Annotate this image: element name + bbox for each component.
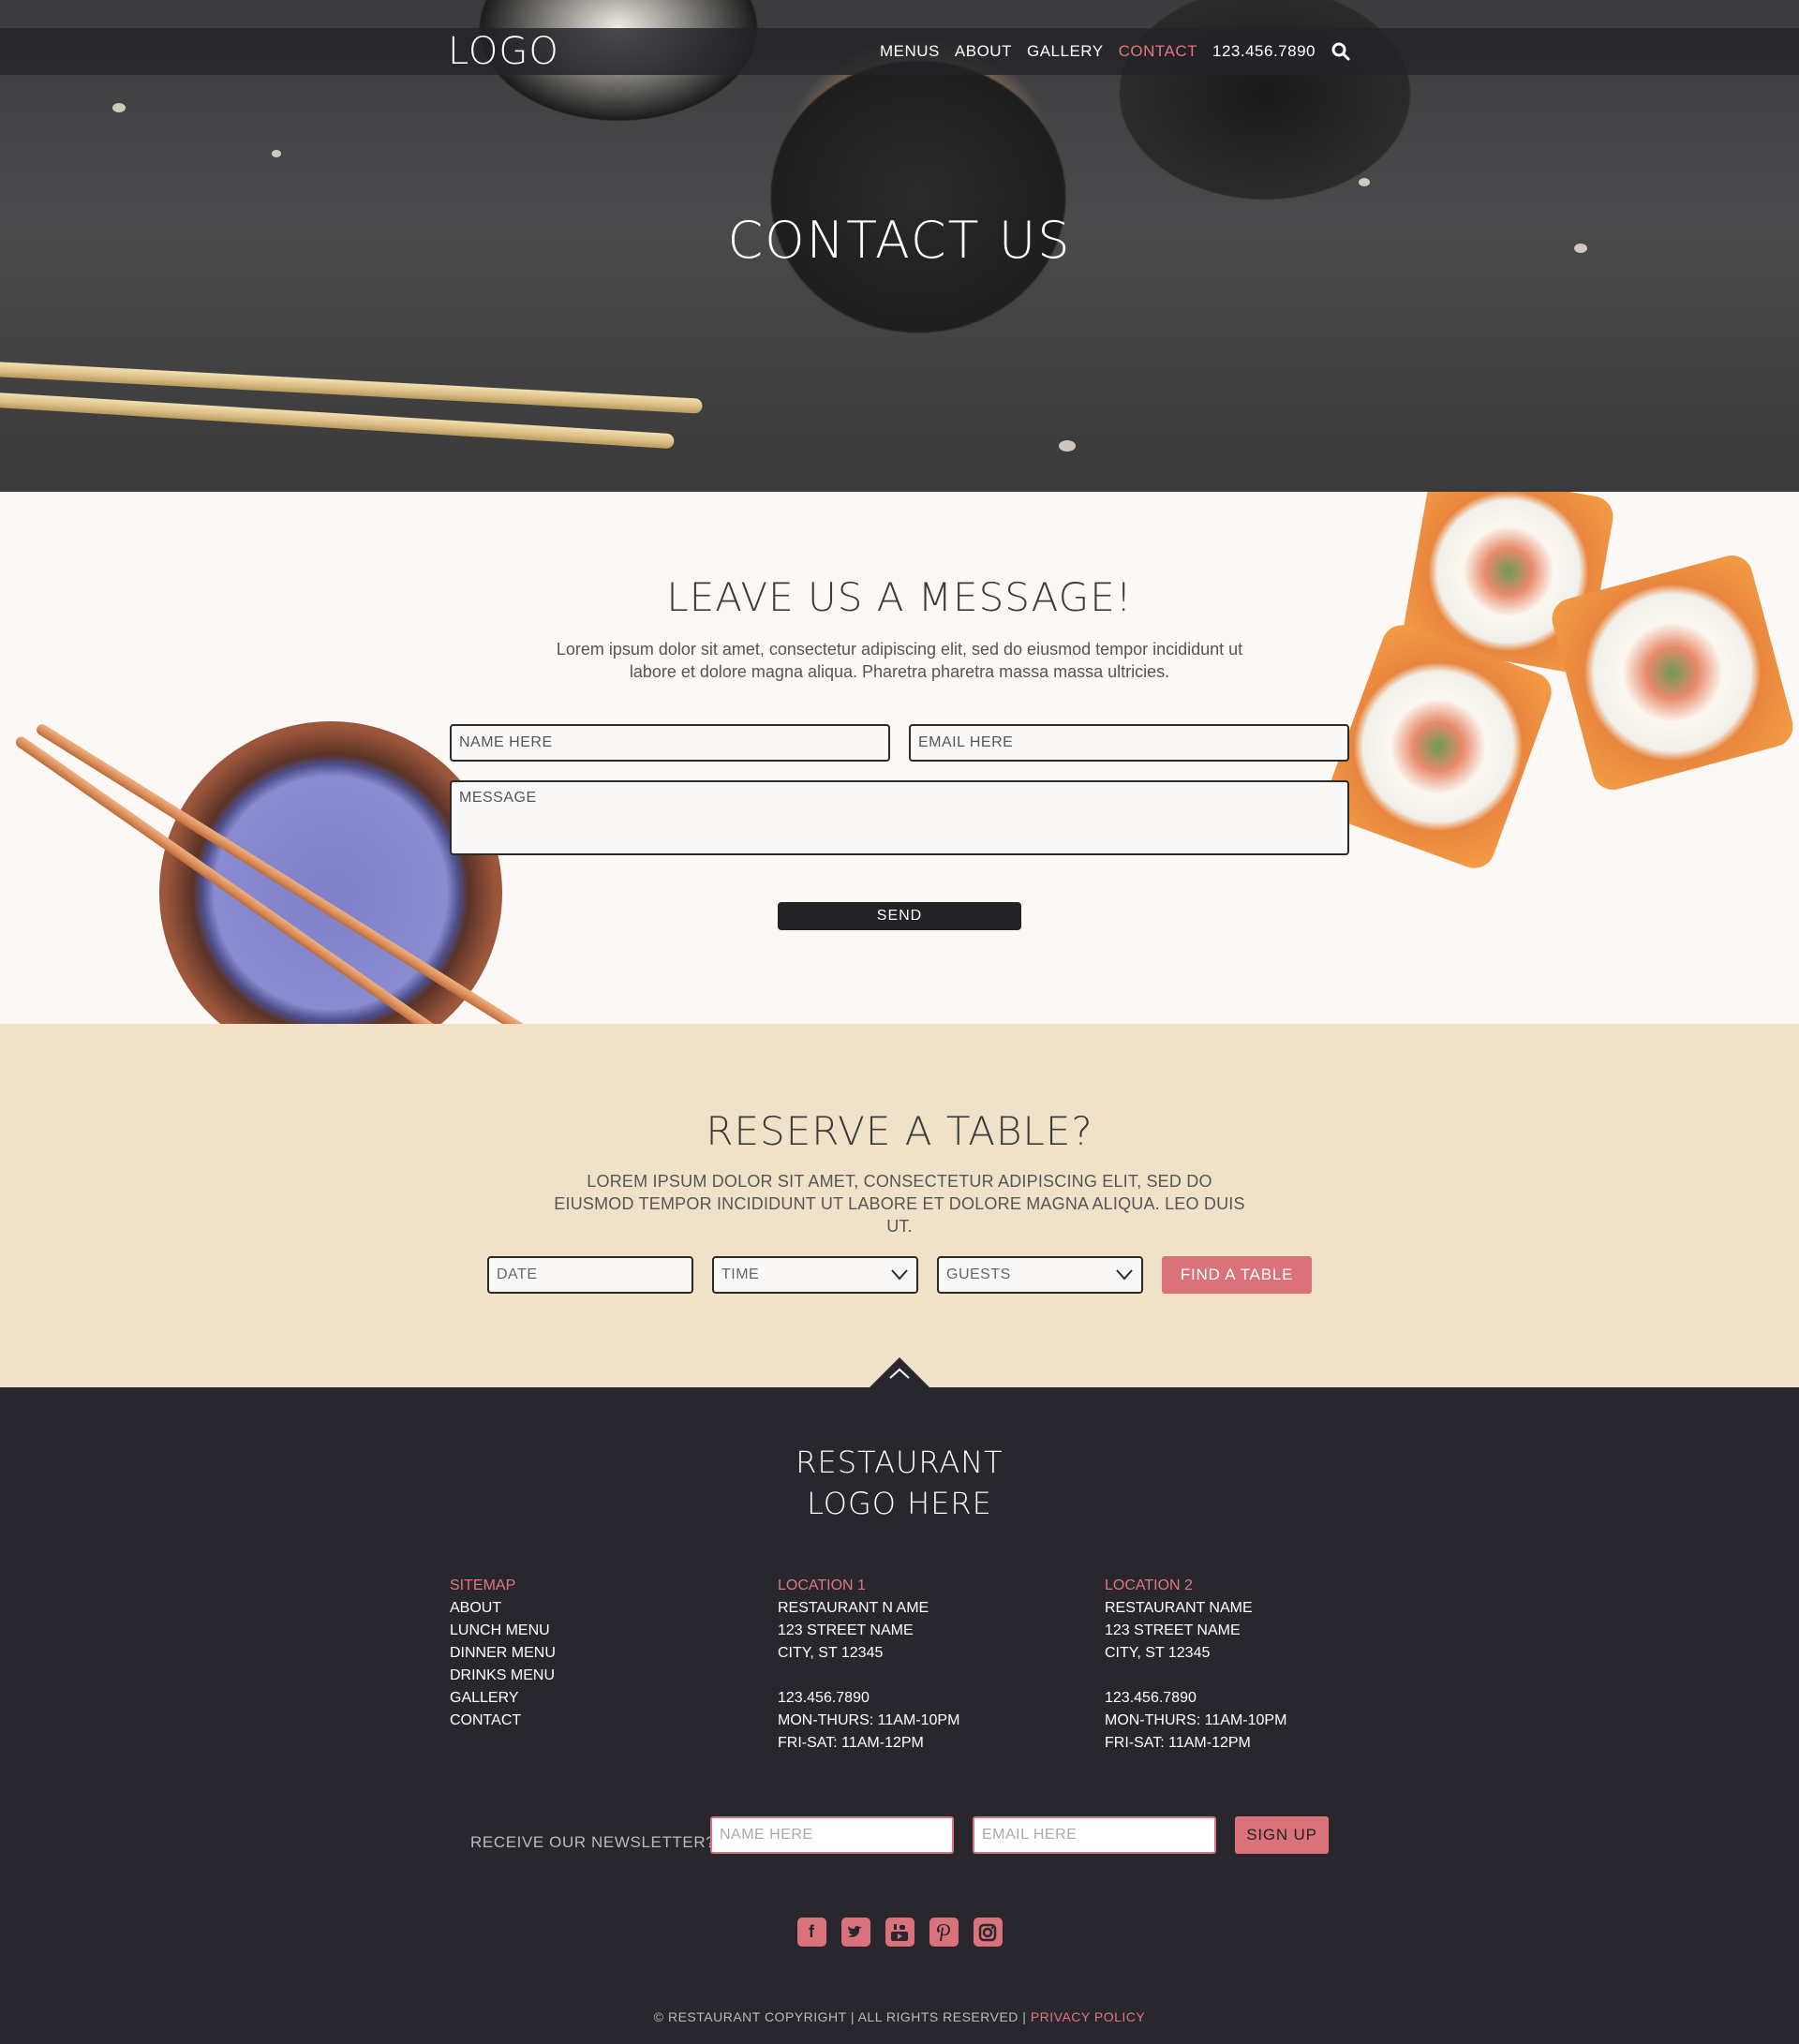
chevron-down-icon xyxy=(1116,1269,1133,1281)
newsletter-label: RECEIVE OUR NEWSLETTER? xyxy=(470,1833,716,1851)
page-title: CONTACT US xyxy=(727,211,1072,270)
location-2-name: RESTAURANT NAME xyxy=(1105,1600,1253,1616)
footer: RESTAURANT LOGO HERE SITEMAP ABOUT LUNCH… xyxy=(0,1357,1799,2044)
copyright-text: © RESTAURANT COPYRIGHT | ALL RIGHTS RESE… xyxy=(653,2009,1027,2024)
newsletter-email-field[interactable]: EMAIL HERE xyxy=(973,1816,1216,1854)
newsletter-name-placeholder: NAME HERE xyxy=(720,1827,813,1843)
sitemap-column: SITEMAP ABOUT LUNCH MENU DINNER MENU DRI… xyxy=(450,1575,712,1732)
location-2-street: 123 STREET NAME xyxy=(1105,1622,1241,1638)
twitter-icon[interactable] xyxy=(840,1918,870,1947)
chevron-down-icon xyxy=(891,1269,908,1281)
sesame-image xyxy=(1359,178,1370,186)
location-1-heading: LOCATION 1 xyxy=(778,1577,866,1593)
date-field[interactable]: DATE xyxy=(487,1256,693,1294)
facebook-icon[interactable]: f xyxy=(796,1918,826,1947)
newsletter-name-field[interactable]: NAME HERE xyxy=(710,1816,954,1854)
nav-menu: MENUS ABOUT GALLERY CONTACT 123.456.7890 xyxy=(880,41,1351,62)
instagram-icon[interactable] xyxy=(973,1918,1003,1947)
location-2-phone: 123.456.7890 xyxy=(1105,1690,1197,1706)
date-field-placeholder: DATE xyxy=(497,1266,538,1282)
sitemap-link-lunch-menu[interactable]: LUNCH MENU xyxy=(450,1620,712,1642)
location-1-column: LOCATION 1 RESTAURANT N AME 123 STREET N… xyxy=(778,1575,1040,1755)
location-1-phone: 123.456.7890 xyxy=(778,1690,870,1706)
sitemap-heading: SITEMAP xyxy=(450,1577,516,1593)
reserve-title: RESERVE A TABLE? xyxy=(706,1108,1093,1154)
send-button[interactable]: SEND xyxy=(778,902,1021,930)
site-logo[interactable]: LOGO xyxy=(448,30,559,73)
newsletter-email-placeholder: EMAIL HERE xyxy=(982,1827,1078,1843)
email-field[interactable]: EMAIL HERE xyxy=(909,724,1349,762)
sesame-image xyxy=(112,103,126,112)
reserve-section: RESERVE A TABLE? LOREM IPSUM DOLOR SIT A… xyxy=(0,1024,1799,1387)
location-2-hours: MON-THURS: 11AM-10PM xyxy=(1105,1712,1287,1728)
top-navbar: LOGO MENUS ABOUT GALLERY CONTACT 123.456… xyxy=(0,28,1799,75)
sitemap-link-gallery[interactable]: GALLERY xyxy=(450,1687,712,1710)
email-field-placeholder: EMAIL HERE xyxy=(918,734,1014,750)
name-field-placeholder: NAME HERE xyxy=(459,734,553,750)
youtube-icon[interactable] xyxy=(885,1918,914,1947)
location-2-heading: LOCATION 2 xyxy=(1105,1577,1193,1593)
nav-link-gallery[interactable]: GALLERY xyxy=(1027,42,1104,61)
sesame-image xyxy=(272,150,281,157)
location-1-hours: MON-THURS: 11AM-10PM xyxy=(778,1712,960,1728)
pinterest-icon[interactable] xyxy=(929,1918,959,1947)
nav-link-about[interactable]: ABOUT xyxy=(955,42,1012,61)
message-description: Lorem ipsum dolor sit amet, consectetur … xyxy=(556,640,1243,681)
nav-phone: 123.456.7890 xyxy=(1212,42,1316,60)
sitemap-link-drinks-menu[interactable]: DRINKS MENU xyxy=(450,1665,712,1687)
location-2-column: LOCATION 2 RESTAURANT NAME 123 STREET NA… xyxy=(1105,1575,1367,1755)
message-section: LEAVE US A MESSAGE! Lorem ipsum dolor si… xyxy=(0,492,1799,1024)
nav-link-contact[interactable]: CONTACT xyxy=(1119,42,1197,61)
sitemap-link-dinner-menu[interactable]: DINNER MENU xyxy=(450,1642,712,1665)
social-links: f xyxy=(0,1918,1799,1947)
footer-logo[interactable]: RESTAURANT LOGO HERE xyxy=(0,1442,1799,1524)
location-1-city: CITY, ST 12345 xyxy=(778,1645,884,1661)
location-1-street: 123 STREET NAME xyxy=(778,1622,914,1638)
time-select[interactable]: TIME xyxy=(712,1256,918,1294)
message-field[interactable]: MESSAGE xyxy=(450,780,1349,855)
time-select-placeholder: TIME xyxy=(721,1266,760,1282)
location-1-name: RESTAURANT N AME xyxy=(778,1600,929,1616)
reserve-description: LOREM IPSUM DOLOR SIT AMET, CONSECTETUR … xyxy=(554,1172,1245,1236)
footer-logo-line2: LOGO HERE xyxy=(807,1486,992,1521)
location-2-hours: FRI-SAT: 11AM-12PM xyxy=(1105,1735,1251,1751)
location-2-city: CITY, ST 12345 xyxy=(1105,1645,1211,1661)
find-table-button[interactable]: FIND A TABLE xyxy=(1162,1256,1312,1294)
hero-banner: LOGO MENUS ABOUT GALLERY CONTACT 123.456… xyxy=(0,0,1799,492)
location-1-hours: FRI-SAT: 11AM-12PM xyxy=(778,1735,924,1751)
sitemap-link-about[interactable]: ABOUT xyxy=(450,1597,712,1620)
back-to-top-icon[interactable] xyxy=(870,1357,929,1387)
privacy-policy-link[interactable]: PRIVACY POLICY xyxy=(1031,2009,1145,2024)
copyright-bar: © RESTAURANT COPYRIGHT | ALL RIGHTS RESE… xyxy=(0,2009,1799,2024)
message-title: LEAVE US A MESSAGE! xyxy=(666,574,1133,620)
signup-button[interactable]: SIGN UP xyxy=(1235,1816,1329,1854)
message-field-placeholder: MESSAGE xyxy=(459,790,537,806)
guests-select[interactable]: GUESTS xyxy=(937,1256,1143,1294)
sitemap-link-contact[interactable]: CONTACT xyxy=(450,1710,712,1732)
search-icon[interactable] xyxy=(1331,41,1351,62)
name-field[interactable]: NAME HERE xyxy=(450,724,890,762)
sesame-image xyxy=(1059,440,1076,452)
footer-logo-line1: RESTAURANT xyxy=(795,1444,1004,1480)
nav-link-menus[interactable]: MENUS xyxy=(880,42,940,61)
guests-select-placeholder: GUESTS xyxy=(946,1266,1011,1282)
